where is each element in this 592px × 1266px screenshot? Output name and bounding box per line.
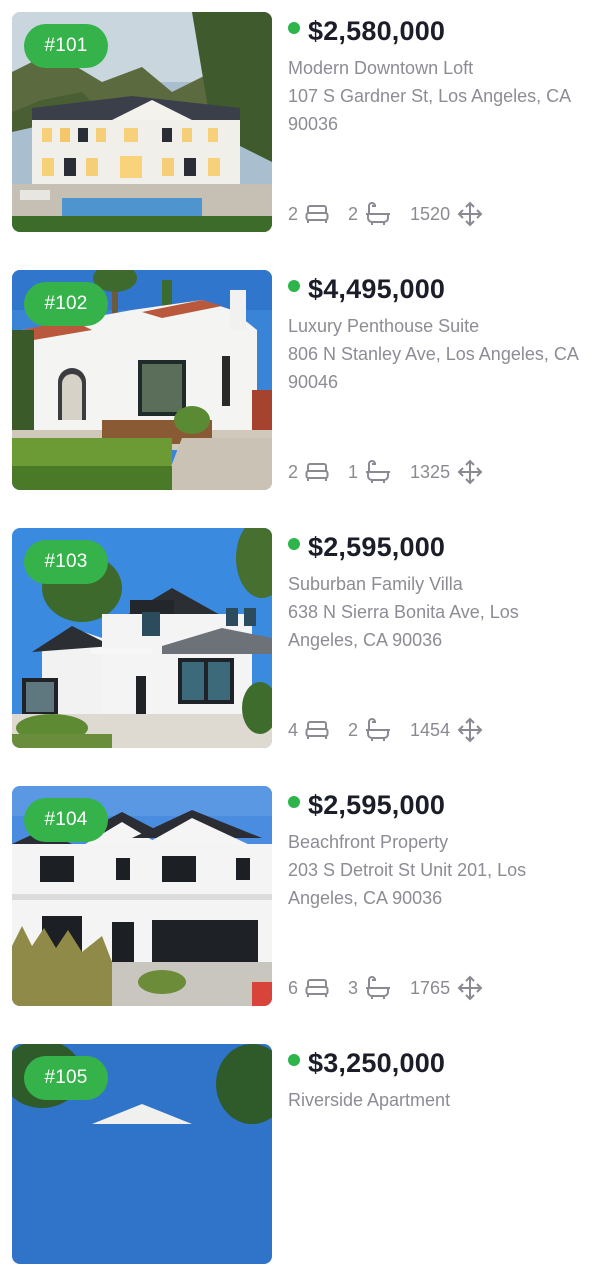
bedrooms-count: 6: [288, 977, 299, 998]
move-arrows-icon: [457, 975, 483, 1001]
area-spec: 1454: [410, 716, 484, 744]
listing-title[interactable]: Modern Downtown Loft: [288, 54, 578, 82]
listing-id-badge: #104: [24, 798, 108, 842]
listing-id-badge: #105: [24, 1056, 108, 1100]
status-dot-icon: [288, 22, 300, 34]
bathrooms-count: 3: [348, 977, 359, 998]
listing-card[interactable]: #102 $4,495,000 Luxury Penthouse Suite 8…: [12, 270, 582, 492]
bedrooms-spec: 2: [288, 459, 330, 485]
bathtub-icon: [366, 976, 391, 999]
listing-price: $3,250,000: [308, 1047, 446, 1078]
listing-specs: 2 2 1520: [288, 200, 502, 228]
area-sqft: 1765: [410, 977, 451, 998]
area-sqft: 1325: [410, 461, 451, 482]
listing-info: Luxury Penthouse Suite 806 N Stanley Ave…: [288, 312, 578, 396]
bathtub-icon: [366, 202, 391, 225]
bathrooms-spec: 2: [348, 717, 392, 743]
listing-title[interactable]: Riverside Apartment: [288, 1086, 578, 1114]
listing-id-badge: #103: [24, 540, 108, 584]
price-row: $3,250,000: [288, 1046, 445, 1080]
listing-info: Beachfront Property 203 S Detroit St Uni…: [288, 828, 578, 912]
listing-photo[interactable]: #101: [12, 12, 272, 232]
bathrooms-spec: 1: [348, 459, 392, 485]
bedrooms-count: 4: [288, 719, 299, 740]
bathrooms-count: 2: [348, 719, 359, 740]
listing-info: Riverside Apartment: [288, 1086, 578, 1114]
area-sqft: 1454: [410, 719, 451, 740]
listing-card[interactable]: #103 $2,595,000 Suburban Family Villa 63…: [12, 528, 582, 750]
bathrooms-spec: 3: [348, 975, 392, 1001]
move-arrows-icon: [457, 459, 483, 485]
area-spec: 1325: [410, 458, 484, 486]
listing-specs: 4 2 1454: [288, 716, 502, 744]
listing-title[interactable]: Suburban Family Villa: [288, 570, 578, 598]
bedrooms-count: 2: [288, 461, 299, 482]
bedrooms-count: 2: [288, 203, 299, 224]
price-row: $4,495,000: [288, 272, 445, 306]
status-dot-icon: [288, 280, 300, 292]
bathrooms-spec: 2: [348, 201, 392, 227]
move-arrows-icon: [457, 201, 483, 227]
listing-card[interactable]: #105 $3,250,000 Riverside Apartment: [12, 1044, 582, 1266]
listing-card[interactable]: #101 $2,580,000 Modern Downtown Loft 107…: [12, 12, 582, 234]
listing-address: 638 N Sierra Bonita Ave, Los Angeles, CA…: [288, 602, 519, 650]
bed-icon: [305, 979, 329, 997]
listing-price: $2,580,000: [308, 15, 446, 46]
listing-specs: 2 1 1325: [288, 458, 502, 486]
listing-price: $2,595,000: [308, 789, 446, 820]
listing-address: 107 S Gardner St, Los Angeles, CA 90036: [288, 86, 571, 134]
listing-title[interactable]: Beachfront Property: [288, 828, 578, 856]
bed-icon: [305, 721, 329, 739]
listing-photo[interactable]: #102: [12, 270, 272, 490]
bedrooms-spec: 6: [288, 975, 330, 1001]
bedrooms-spec: 2: [288, 201, 330, 227]
bathrooms-count: 1: [348, 461, 359, 482]
listing-info: Suburban Family Villa 638 N Sierra Bonit…: [288, 570, 578, 654]
bed-icon: [305, 463, 329, 481]
listing-info: Modern Downtown Loft 107 S Gardner St, L…: [288, 54, 578, 138]
area-sqft: 1520: [410, 203, 451, 224]
listing-id-badge: #102: [24, 282, 108, 326]
bathtub-icon: [366, 718, 391, 741]
status-dot-icon: [288, 538, 300, 550]
area-spec: 1520: [410, 200, 484, 228]
listing-id-badge: #101: [24, 24, 108, 68]
listing-address: 203 S Detroit St Unit 201, Los Angeles, …: [288, 860, 527, 908]
status-dot-icon: [288, 1054, 300, 1066]
bathtub-icon: [366, 460, 391, 483]
price-row: $2,595,000: [288, 788, 445, 822]
listing-price: $4,495,000: [308, 273, 446, 304]
listing-specs: 6 3 1765: [288, 974, 502, 1002]
listing-card[interactable]: #104 $2,595,000 Beachfront Property 203 …: [12, 786, 582, 1008]
bed-icon: [305, 205, 329, 223]
price-row: $2,580,000: [288, 14, 445, 48]
listing-photo[interactable]: #104: [12, 786, 272, 1006]
listing-photo[interactable]: #105: [12, 1044, 272, 1264]
listing-photo[interactable]: #103: [12, 528, 272, 748]
listing-address: 806 N Stanley Ave, Los Angeles, CA 90046: [288, 344, 578, 392]
listing-price: $2,595,000: [308, 531, 446, 562]
bathrooms-count: 2: [348, 203, 359, 224]
area-spec: 1765: [410, 974, 484, 1002]
price-row: $2,595,000: [288, 530, 445, 564]
move-arrows-icon: [457, 717, 483, 743]
listing-title[interactable]: Luxury Penthouse Suite: [288, 312, 578, 340]
status-dot-icon: [288, 796, 300, 808]
bedrooms-spec: 4: [288, 717, 330, 743]
